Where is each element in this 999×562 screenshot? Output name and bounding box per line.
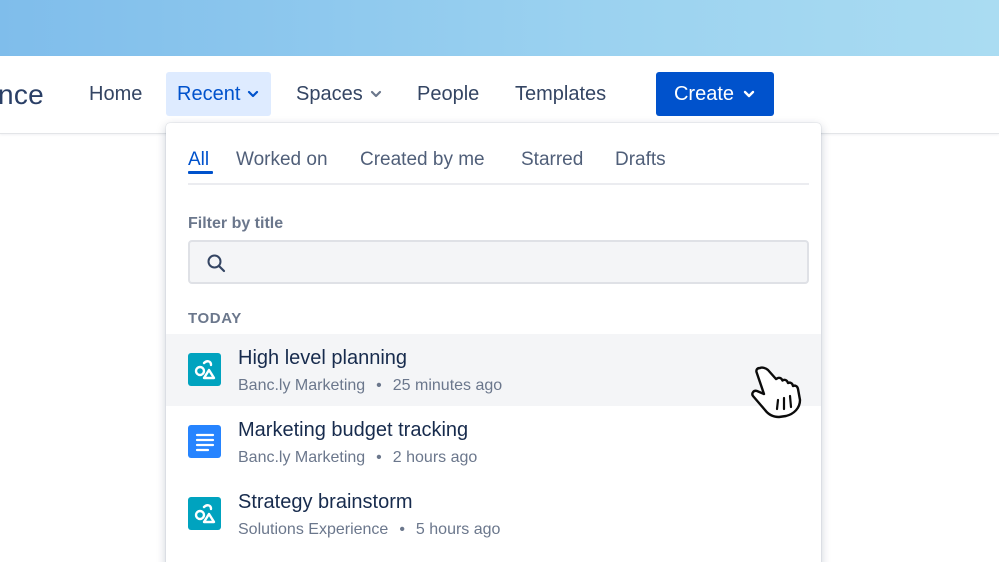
item-meta: Banc.ly Marketing • 2 hours ago <box>238 449 477 467</box>
meta-separator: • <box>376 449 382 466</box>
nav-home[interactable]: Home <box>78 72 153 116</box>
filter-by-title-input[interactable] <box>238 248 798 276</box>
create-button-label: Create <box>673 82 735 105</box>
chevron-down-icon <box>246 87 260 101</box>
filter-label: Filter by title <box>188 215 284 232</box>
item-time: 25 minutes ago <box>392 377 503 394</box>
recent-item[interactable]: High level planning Banc.ly Marketing • 25… <box>166 334 821 406</box>
nav-recent-label: Recent <box>177 82 241 105</box>
tab-all[interactable]: All <box>188 149 213 174</box>
tab-all-label: All <box>188 149 210 170</box>
tab-worked-on[interactable]: Worked on <box>236 149 328 171</box>
recent-item[interactable]: Strategy brainstorm Solutions Experience… <box>166 478 821 550</box>
recent-tabs: All Worked on Created by me Starred Draf… <box>188 147 809 185</box>
recent-dropdown-panel: All Worked on Created by me Starred Draf… <box>166 123 821 562</box>
chevron-down-icon <box>369 87 383 101</box>
tab-starred[interactable]: Starred <box>521 149 583 171</box>
filter-by-title-field[interactable] <box>188 240 809 284</box>
create-button[interactable]: Create <box>656 72 774 116</box>
whiteboard-icon <box>188 353 221 386</box>
tab-starred-label: Starred <box>521 149 584 170</box>
product-logo[interactable]: nce <box>0 78 44 112</box>
item-title: High level planning <box>238 347 408 369</box>
nav-spaces-label: Spaces <box>296 82 363 105</box>
pointer-hand-icon <box>748 364 806 427</box>
meta-separator: • <box>376 377 382 394</box>
item-space: Solutions Experience <box>238 521 389 538</box>
nav-recent[interactable]: Recent <box>166 72 272 116</box>
page-icon <box>188 425 221 458</box>
nav-people[interactable]: People <box>406 72 490 116</box>
tab-drafts[interactable]: Drafts <box>615 149 666 171</box>
item-meta: Solutions Experience • 5 hours ago <box>238 521 500 539</box>
nav-spaces[interactable]: Spaces <box>285 72 394 116</box>
nav-templates-label: Templates <box>515 82 607 105</box>
recent-item[interactable]: Marketing budget tracking Banc.ly Market… <box>166 406 821 478</box>
search-icon <box>206 253 226 278</box>
item-time: 5 hours ago <box>415 521 501 538</box>
section-header-today: TODAY <box>188 310 242 327</box>
nav-home-label: Home <box>89 82 143 105</box>
item-space: Banc.ly Marketing <box>238 449 366 466</box>
tab-created-by-me-label: Created by me <box>360 149 485 170</box>
meta-separator: • <box>399 521 405 538</box>
item-title: Marketing budget tracking <box>238 419 469 441</box>
item-time: 2 hours ago <box>392 449 478 466</box>
active-tab-indicator <box>188 171 213 174</box>
top-banner <box>0 0 999 56</box>
nav-templates[interactable]: Templates <box>504 72 617 116</box>
item-title: Strategy brainstorm <box>238 491 413 513</box>
tab-drafts-label: Drafts <box>615 149 666 170</box>
item-meta: Banc.ly Marketing • 25 minutes ago <box>238 377 502 395</box>
item-space: Banc.ly Marketing <box>238 377 366 394</box>
chevron-down-icon <box>742 87 756 101</box>
whiteboard-icon <box>188 497 221 530</box>
tab-created-by-me[interactable]: Created by me <box>360 149 485 171</box>
tab-worked-on-label: Worked on <box>236 149 328 170</box>
nav-people-label: People <box>417 82 480 105</box>
